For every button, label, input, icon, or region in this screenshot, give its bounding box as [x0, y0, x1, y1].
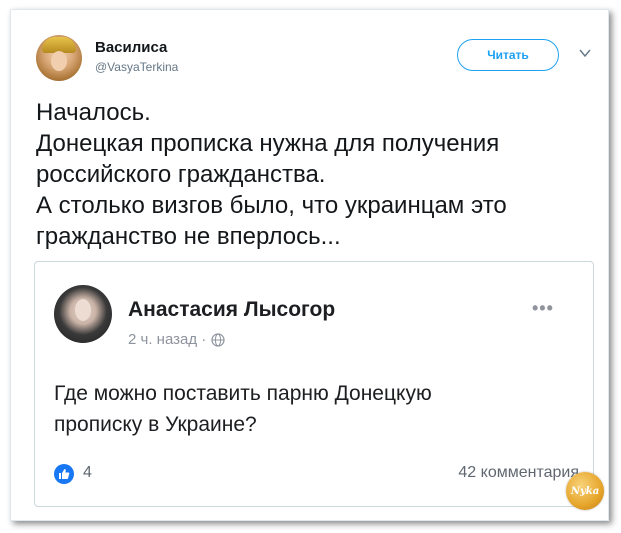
post-text: Где можно поставить парню Донецкую пропи… [54, 382, 432, 436]
post-more-options[interactable]: ••• [532, 298, 554, 319]
author-name[interactable]: Василиса [95, 39, 167, 56]
post-avatar-face [75, 299, 91, 321]
tweet-text: Началось. Донецкая прописка нужна для по… [36, 99, 507, 250]
embedded-facebook-post[interactable]: Анастасия Лысогор 2 ч. назад · ••• Где м… [34, 261, 594, 507]
watermark-logo: Nyka [566, 472, 604, 510]
post-time-text: 2 ч. назад · [128, 331, 207, 348]
post-author-name[interactable]: Анастасия Лысогор [128, 298, 335, 322]
avatar-face [51, 51, 67, 71]
tweet-card: Василиса @VasyaTerkina Читать Началось. … [10, 9, 609, 521]
author-handle[interactable]: @VasyaTerkina [95, 60, 178, 74]
author-avatar[interactable] [36, 35, 82, 81]
like-count[interactable]: 4 [83, 464, 92, 482]
comments-count[interactable]: 42 комментария [458, 464, 579, 482]
chevron-down-icon[interactable] [578, 46, 592, 60]
post-timestamp: 2 ч. назад · [128, 331, 225, 348]
post-author-avatar[interactable] [54, 285, 112, 343]
follow-button[interactable]: Читать [457, 39, 559, 71]
like-icon[interactable] [54, 464, 74, 484]
globe-icon [211, 332, 225, 347]
